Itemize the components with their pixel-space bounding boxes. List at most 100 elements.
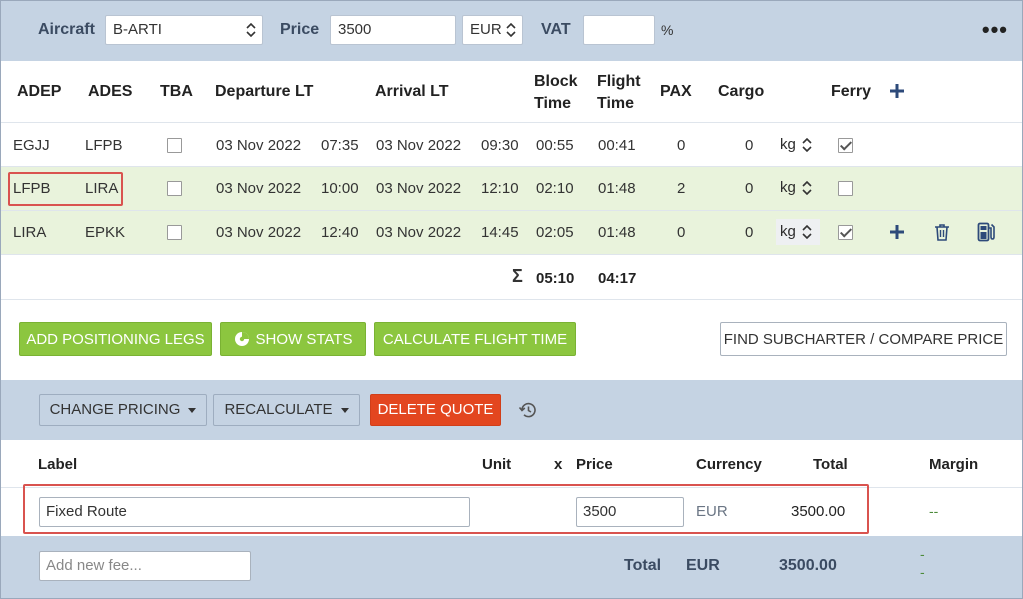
leg-departure-date[interactable]: 03 Nov 2022	[216, 180, 301, 197]
delete-quote-label: DELETE QUOTE	[377, 401, 494, 418]
leg-block-time: 00:55	[536, 137, 574, 154]
leg-departure-date[interactable]: 03 Nov 2022	[216, 224, 301, 241]
cargo-unit-select[interactable]: kg	[776, 219, 820, 245]
percent-sign: %	[661, 22, 674, 38]
leg-pax[interactable]: 2	[677, 180, 685, 197]
recalculate-label: RECALCULATE	[224, 401, 333, 418]
leg-arrival-time[interactable]: 09:30	[481, 137, 519, 154]
leg-pax[interactable]: 0	[677, 224, 685, 241]
leg-row: LFPB LIRA 03 Nov 2022 10:00 03 Nov 2022 …	[1, 167, 1022, 211]
footer-total-label: Total	[624, 557, 662, 574]
footer-total-amount: 3500.00	[779, 557, 837, 574]
add-positioning-legs-button[interactable]: ADD POSITIONING LEGS	[19, 322, 212, 356]
leg-ades[interactable]: EPKK	[85, 224, 125, 241]
leg-cargo[interactable]: 0	[745, 224, 753, 241]
leg-arrival-date[interactable]: 03 Nov 2022	[376, 224, 461, 241]
leg-cargo[interactable]: 0	[745, 180, 753, 197]
find-subcharter-label: FIND SUBCHARTER / COMPARE PRICE	[723, 331, 1004, 348]
col-x: x	[554, 456, 563, 473]
footer-margin-2: -	[920, 564, 925, 580]
currency-select[interactable]: EUR	[462, 15, 523, 45]
col-label: Label	[38, 456, 78, 473]
new-fee-input[interactable]: Add new fee...	[39, 551, 251, 581]
tba-checkbox[interactable]	[167, 225, 182, 240]
leg-adep[interactable]: EGJJ	[13, 137, 50, 154]
leg-arrival-time[interactable]: 12:10	[481, 180, 519, 197]
leg-flight-time: 00:41	[598, 137, 636, 154]
caret-down-icon	[188, 407, 197, 413]
total-block-time: 05:10	[536, 270, 575, 287]
updown-icon	[802, 181, 812, 195]
calculate-flight-time-label: CALCULATE FLIGHT TIME	[382, 331, 568, 348]
aircraft-select[interactable]: B-ARTI	[105, 15, 263, 45]
delete-quote-button[interactable]: DELETE QUOTE	[370, 394, 501, 426]
leg-pax[interactable]: 0	[677, 137, 685, 154]
airport-pair-highlight	[8, 172, 123, 206]
col-ferry: Ferry	[831, 83, 872, 100]
add-leg-after-icon[interactable]	[889, 224, 905, 240]
cargo-unit-value: kg	[780, 223, 796, 240]
leg-adep[interactable]: LIRA	[13, 224, 46, 241]
currency-select-value: EUR	[470, 21, 502, 38]
col-departure: Departure LT	[215, 83, 314, 100]
add-positioning-legs-label: ADD POSITIONING LEGS	[26, 331, 205, 348]
ferry-checkbox[interactable]	[838, 138, 853, 153]
cargo-unit-select[interactable]: kg	[776, 175, 820, 201]
aircraft-label: Aircraft	[38, 21, 95, 38]
calculate-flight-time-button[interactable]: CALCULATE FLIGHT TIME	[374, 322, 576, 356]
recalculate-button[interactable]: RECALCULATE	[213, 394, 360, 426]
pricing-table-header: Label Unit x Price Currency Total Margin	[1, 440, 1022, 488]
caret-down-icon	[340, 407, 349, 413]
tba-checkbox[interactable]	[167, 181, 182, 196]
aircraft-price-bar: Aircraft B-ARTI Price 3500 EUR VAT % •••	[1, 1, 1022, 61]
aircraft-select-value: B-ARTI	[113, 21, 162, 38]
col-currency: Currency	[696, 456, 762, 473]
trash-icon[interactable]	[934, 223, 950, 241]
col-block-time-line2: Time	[534, 95, 572, 112]
ferry-checkbox[interactable]	[838, 181, 853, 196]
price-label: Price	[280, 21, 320, 38]
leg-departure-time[interactable]: 12:40	[321, 224, 359, 241]
leg-arrival-time[interactable]: 14:45	[481, 224, 519, 241]
history-icon[interactable]	[518, 401, 537, 419]
pricing-toolbar: CHANGE PRICING RECALCULATE DELETE QUOTE	[1, 380, 1022, 440]
cargo-unit-value: kg	[780, 136, 796, 153]
cargo-unit-select[interactable]: kg	[776, 132, 820, 158]
leg-departure-time[interactable]: 10:00	[321, 180, 359, 197]
vat-input[interactable]	[583, 15, 655, 45]
updown-icon	[802, 225, 812, 239]
fuel-pump-icon[interactable]	[977, 222, 995, 242]
more-horizontal-icon[interactable]: •••	[982, 19, 1008, 41]
find-subcharter-button[interactable]: FIND SUBCHARTER / COMPARE PRICE	[720, 322, 1007, 356]
col-margin: Margin	[929, 456, 979, 473]
ferry-checkbox[interactable]	[838, 225, 853, 240]
col-arrival: Arrival LT	[375, 83, 449, 100]
fee-row-highlight	[23, 484, 869, 534]
updown-icon	[246, 23, 256, 37]
show-stats-label: SHOW STATS	[255, 331, 353, 348]
new-fee-placeholder: Add new fee...	[46, 557, 142, 574]
tba-checkbox[interactable]	[167, 138, 182, 153]
updown-icon	[802, 138, 812, 152]
col-total: Total	[813, 456, 848, 473]
cargo-unit-value: kg	[780, 179, 796, 196]
leg-departure-date[interactable]: 03 Nov 2022	[216, 137, 301, 154]
legs-table-header: ADEP ADES TBA Departure LT Arrival LT Bl…	[1, 61, 1022, 123]
add-leg-icon[interactable]	[889, 83, 905, 99]
change-pricing-button[interactable]: CHANGE PRICING	[39, 394, 207, 426]
leg-departure-time[interactable]: 07:35	[321, 137, 359, 154]
leg-arrival-date[interactable]: 03 Nov 2022	[376, 180, 461, 197]
vat-label: VAT	[541, 21, 571, 38]
col-adep: ADEP	[17, 83, 62, 100]
leg-ades[interactable]: LFPB	[85, 137, 123, 154]
col-price: Price	[576, 456, 613, 473]
col-flight-time-line2: Time	[597, 95, 635, 112]
leg-flight-time: 01:48	[598, 180, 636, 197]
leg-arrival-date[interactable]: 03 Nov 2022	[376, 137, 461, 154]
show-stats-button[interactable]: SHOW STATS	[220, 322, 366, 356]
price-input[interactable]: 3500	[330, 15, 456, 45]
footer-currency: EUR	[686, 557, 720, 574]
col-block-time-line1: Block	[534, 73, 578, 90]
legs-totals-row: Σ 05:10 04:17	[1, 255, 1022, 300]
leg-cargo[interactable]: 0	[745, 137, 753, 154]
